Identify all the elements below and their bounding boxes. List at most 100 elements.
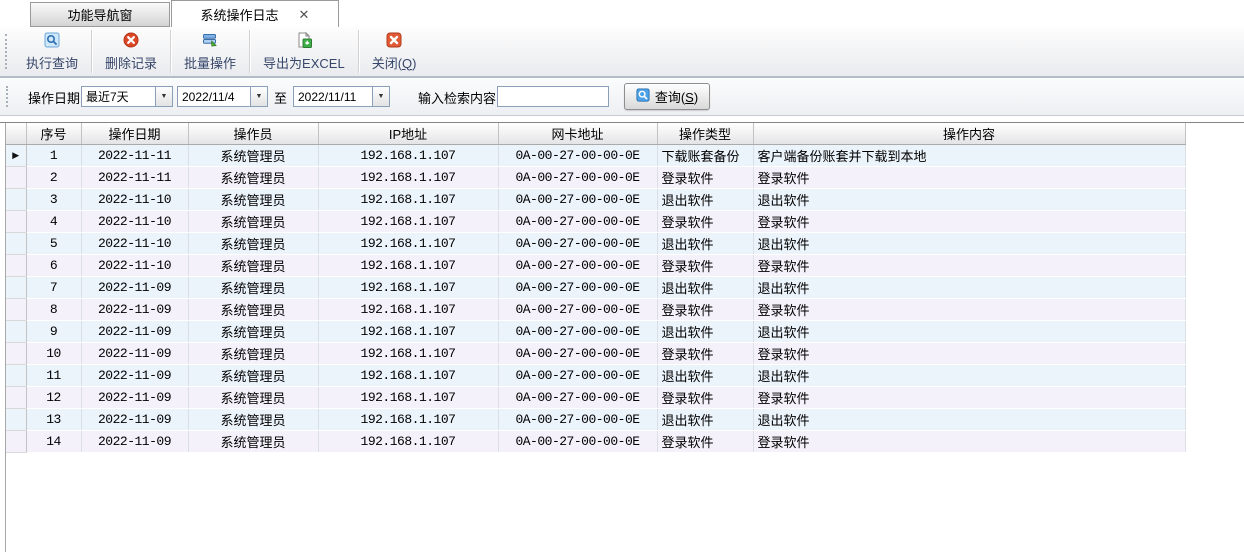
row-selector-cell[interactable] xyxy=(6,387,26,409)
table-row[interactable]: 72022-11-09系统管理员192.168.1.1070A-00-27-00… xyxy=(6,277,1185,299)
cell-date[interactable]: 2022-11-09 xyxy=(81,343,188,365)
cell-date[interactable]: 2022-11-10 xyxy=(81,189,188,211)
cell-ip[interactable]: 192.168.1.107 xyxy=(318,387,498,409)
table-row[interactable]: 62022-11-10系统管理员192.168.1.1070A-00-27-00… xyxy=(6,255,1185,277)
row-selector-cell[interactable] xyxy=(6,167,26,189)
delete-record-button[interactable]: 删除记录 xyxy=(92,27,170,76)
chevron-down-icon[interactable]: ▼ xyxy=(372,87,389,106)
cell-operator[interactable]: 系统管理员 xyxy=(188,299,318,321)
cell-ip[interactable]: 192.168.1.107 xyxy=(318,409,498,431)
cell-type[interactable]: 退出软件 xyxy=(657,277,753,299)
batch-operation-button[interactable]: 批量操作 xyxy=(171,27,249,76)
cell-operator[interactable]: 系统管理员 xyxy=(188,145,318,167)
cell-date[interactable]: 2022-11-10 xyxy=(81,211,188,233)
table-row[interactable]: 22022-11-11系统管理员192.168.1.1070A-00-27-00… xyxy=(6,167,1185,189)
query-button[interactable]: 查询(S) xyxy=(624,83,710,110)
table-row[interactable]: 122022-11-09系统管理员192.168.1.1070A-00-27-0… xyxy=(6,387,1185,409)
tab-close-icon[interactable]: ✕ xyxy=(299,8,310,21)
search-input[interactable] xyxy=(497,86,609,107)
cell-ip[interactable]: 192.168.1.107 xyxy=(318,167,498,189)
column-header-ip[interactable]: IP地址 xyxy=(318,123,498,145)
cell-operator[interactable]: 系统管理员 xyxy=(188,365,318,387)
toolbar-gripper[interactable] xyxy=(5,34,10,69)
cell-type[interactable]: 退出软件 xyxy=(657,409,753,431)
row-selector-cell[interactable] xyxy=(6,299,26,321)
cell-date[interactable]: 2022-11-11 xyxy=(81,145,188,167)
cell-type[interactable]: 登录软件 xyxy=(657,255,753,277)
cell-content[interactable]: 退出软件 xyxy=(753,321,1185,343)
cell-mac[interactable]: 0A-00-27-00-00-0E xyxy=(498,255,657,277)
column-header-seq[interactable]: 序号 xyxy=(26,123,81,145)
row-selector-cell[interactable] xyxy=(6,409,26,431)
cell-ip[interactable]: 192.168.1.107 xyxy=(318,277,498,299)
cell-type[interactable]: 登录软件 xyxy=(657,167,753,189)
cell-type[interactable]: 退出软件 xyxy=(657,233,753,255)
date-from-picker[interactable]: 2022/11/4 ▼ xyxy=(177,86,268,107)
cell-ip[interactable]: 192.168.1.107 xyxy=(318,211,498,233)
cell-seq[interactable]: 8 xyxy=(26,299,81,321)
cell-ip[interactable]: 192.168.1.107 xyxy=(318,189,498,211)
cell-content[interactable]: 退出软件 xyxy=(753,409,1185,431)
cell-date[interactable]: 2022-11-10 xyxy=(81,233,188,255)
cell-type[interactable]: 登录软件 xyxy=(657,387,753,409)
export-excel-button[interactable]: 导出为EXCEL xyxy=(250,27,358,76)
cell-content[interactable]: 客户端备份账套并下载到本地 xyxy=(753,145,1185,167)
cell-seq[interactable]: 11 xyxy=(26,365,81,387)
cell-content[interactable]: 登录软件 xyxy=(753,299,1185,321)
table-row[interactable]: ▶12022-11-11系统管理员192.168.1.1070A-00-27-0… xyxy=(6,145,1185,167)
cell-type[interactable]: 登录软件 xyxy=(657,211,753,233)
table-row[interactable]: 142022-11-09系统管理员192.168.1.1070A-00-27-0… xyxy=(6,431,1185,453)
column-header-operator[interactable]: 操作员 xyxy=(188,123,318,145)
execute-query-button[interactable]: 执行查询 xyxy=(13,27,91,76)
row-selector-cell[interactable] xyxy=(6,431,26,453)
cell-mac[interactable]: 0A-00-27-00-00-0E xyxy=(498,431,657,453)
cell-mac[interactable]: 0A-00-27-00-00-0E xyxy=(498,387,657,409)
cell-operator[interactable]: 系统管理员 xyxy=(188,431,318,453)
cell-operator[interactable]: 系统管理员 xyxy=(188,387,318,409)
cell-mac[interactable]: 0A-00-27-00-00-0E xyxy=(498,167,657,189)
table-row[interactable]: 102022-11-09系统管理员192.168.1.1070A-00-27-0… xyxy=(6,343,1185,365)
row-selector-cell[interactable] xyxy=(6,365,26,387)
cell-date[interactable]: 2022-11-11 xyxy=(81,167,188,189)
cell-seq[interactable]: 7 xyxy=(26,277,81,299)
cell-mac[interactable]: 0A-00-27-00-00-0E xyxy=(498,343,657,365)
cell-type[interactable]: 下载账套备份 xyxy=(657,145,753,167)
row-selector-cell[interactable] xyxy=(6,255,26,277)
cell-content[interactable]: 登录软件 xyxy=(753,387,1185,409)
cell-operator[interactable]: 系统管理员 xyxy=(188,189,318,211)
cell-mac[interactable]: 0A-00-27-00-00-0E xyxy=(498,365,657,387)
cell-ip[interactable]: 192.168.1.107 xyxy=(318,145,498,167)
cell-mac[interactable]: 0A-00-27-00-00-0E xyxy=(498,321,657,343)
cell-content[interactable]: 退出软件 xyxy=(753,189,1185,211)
table-row[interactable]: 82022-11-09系统管理员192.168.1.1070A-00-27-00… xyxy=(6,299,1185,321)
cell-date[interactable]: 2022-11-09 xyxy=(81,299,188,321)
current-row-marker[interactable]: ▶ xyxy=(6,145,26,167)
chevron-down-icon[interactable]: ▼ xyxy=(155,87,172,106)
cell-date[interactable]: 2022-11-10 xyxy=(81,255,188,277)
table-row[interactable]: 132022-11-09系统管理员192.168.1.1070A-00-27-0… xyxy=(6,409,1185,431)
row-selector-cell[interactable] xyxy=(6,189,26,211)
row-selector-cell[interactable] xyxy=(6,233,26,255)
chevron-down-icon[interactable]: ▼ xyxy=(250,87,267,106)
cell-seq[interactable]: 6 xyxy=(26,255,81,277)
table-row[interactable]: 42022-11-10系统管理员192.168.1.1070A-00-27-00… xyxy=(6,211,1185,233)
cell-content[interactable]: 登录软件 xyxy=(753,255,1185,277)
row-selector-cell[interactable] xyxy=(6,321,26,343)
cell-ip[interactable]: 192.168.1.107 xyxy=(318,365,498,387)
cell-operator[interactable]: 系统管理员 xyxy=(188,167,318,189)
cell-ip[interactable]: 192.168.1.107 xyxy=(318,299,498,321)
filter-bar-gripper[interactable] xyxy=(6,86,8,107)
cell-type[interactable]: 退出软件 xyxy=(657,189,753,211)
cell-content[interactable]: 登录软件 xyxy=(753,431,1185,453)
column-header-date[interactable]: 操作日期 xyxy=(81,123,188,145)
cell-type[interactable]: 退出软件 xyxy=(657,321,753,343)
cell-mac[interactable]: 0A-00-27-00-00-0E xyxy=(498,409,657,431)
cell-content[interactable]: 退出软件 xyxy=(753,365,1185,387)
cell-ip[interactable]: 192.168.1.107 xyxy=(318,255,498,277)
column-header-content[interactable]: 操作内容 xyxy=(753,123,1185,145)
cell-operator[interactable]: 系统管理员 xyxy=(188,277,318,299)
cell-operator[interactable]: 系统管理员 xyxy=(188,321,318,343)
cell-mac[interactable]: 0A-00-27-00-00-0E xyxy=(498,233,657,255)
cell-type[interactable]: 退出软件 xyxy=(657,365,753,387)
cell-content[interactable]: 登录软件 xyxy=(753,211,1185,233)
